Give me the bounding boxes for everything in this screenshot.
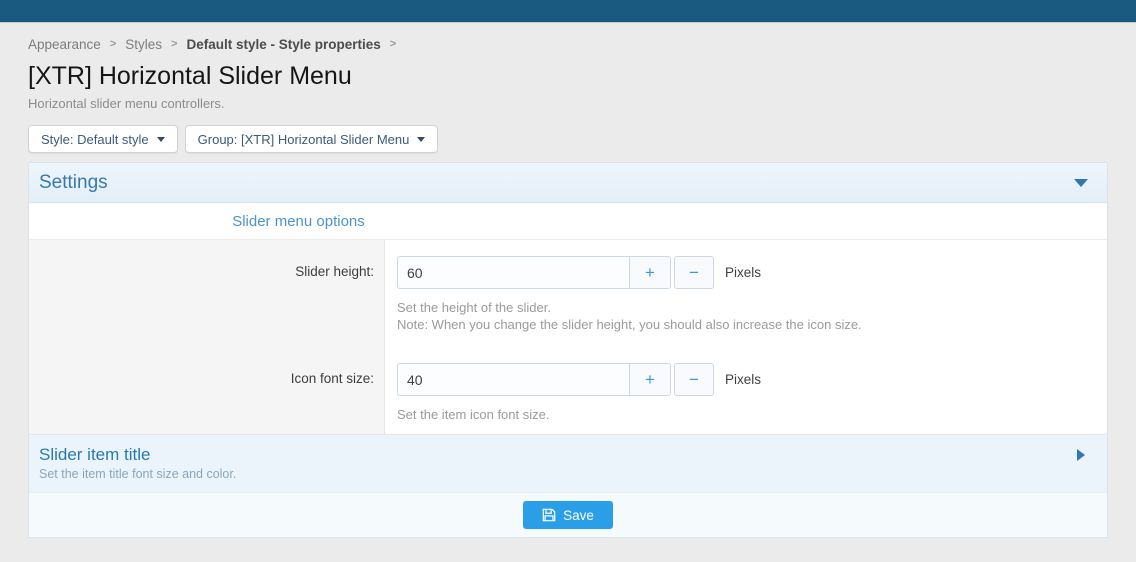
group-selector-label: Group: [XTR] Horizontal Slider Menu xyxy=(198,132,410,147)
icon-font-size-content-cell: + − Pixels Set the item icon font size. xyxy=(385,347,1107,434)
caret-down-icon xyxy=(157,137,165,142)
chevron-right-icon: > xyxy=(390,38,396,50)
save-button-label: Save xyxy=(563,508,594,523)
slider-height-input-group: + − Pixels xyxy=(397,256,1107,289)
slider-height-label-cell: Slider height: xyxy=(29,240,385,347)
collapse-arrow-icon xyxy=(1074,179,1088,187)
page-content: Appearance > Styles > Default style - St… xyxy=(0,35,1136,538)
floppy-disk-icon xyxy=(542,508,556,522)
icon-font-size-decrement-button[interactable]: − xyxy=(674,363,714,396)
slider-height-content-cell: + − Pixels Set the height of the slider.… xyxy=(385,240,1107,347)
group-title-row: Slider menu options xyxy=(29,203,1107,240)
icon-font-size-label-cell: Icon font size: xyxy=(29,347,385,434)
group-title: Slider menu options xyxy=(29,213,568,230)
form-row-slider-height: Slider height: + − Pixels Set the height… xyxy=(29,240,1107,347)
page-title: [XTR] Horizontal Slider Menu xyxy=(28,61,1108,91)
form-row-icon-font-size: Icon font size: + − Pixels Set the item … xyxy=(29,347,1107,434)
icon-font-size-input-group: + − Pixels xyxy=(397,363,1107,396)
selector-toolbar: Style: Default style Group: [XTR] Horizo… xyxy=(28,125,1108,153)
style-selector-button[interactable]: Style: Default style xyxy=(28,125,178,153)
page-subtitle: Horizontal slider menu controllers. xyxy=(28,96,1108,112)
breadcrumb-appearance[interactable]: Appearance xyxy=(28,37,101,52)
icon-font-size-input[interactable] xyxy=(398,364,629,395)
chevron-right-icon: > xyxy=(171,38,177,50)
top-navbar xyxy=(0,0,1136,23)
breadcrumb-styles[interactable]: Styles xyxy=(125,37,162,52)
icon-font-size-label: Icon font size: xyxy=(291,371,374,386)
breadcrumb-style-properties[interactable]: Default style - Style properties xyxy=(186,37,380,52)
slider-item-title-section[interactable]: Slider item title Set the item title fon… xyxy=(29,434,1107,492)
slider-height-help: Set the height of the slider. Note: When… xyxy=(397,299,1107,333)
slider-height-increment-button[interactable]: + xyxy=(629,257,670,288)
style-selector-label: Style: Default style xyxy=(41,132,149,147)
help-text: Note: When you change the slider height,… xyxy=(397,316,1107,333)
panel-footer: Save xyxy=(29,492,1107,537)
help-text: Set the item icon font size. xyxy=(397,406,1107,423)
slider-height-unit-label: Pixels xyxy=(725,265,761,280)
caret-down-icon xyxy=(417,137,425,142)
slider-height-label: Slider height: xyxy=(295,264,374,279)
slider-item-title-description: Set the item title font size and color. xyxy=(39,467,1067,482)
icon-font-size-increment-button[interactable]: + xyxy=(629,364,670,395)
slider-height-input[interactable] xyxy=(398,257,629,288)
expand-arrow-icon xyxy=(1077,449,1085,461)
save-button[interactable]: Save xyxy=(523,501,613,529)
slider-height-input-box: + xyxy=(397,256,671,289)
settings-section-header[interactable]: Settings xyxy=(29,163,1107,203)
settings-panel: Settings Slider menu options Slider heig… xyxy=(28,162,1108,538)
icon-font-size-input-box: + xyxy=(397,363,671,396)
icon-font-size-unit-label: Pixels xyxy=(725,372,761,387)
help-text: Set the height of the slider. xyxy=(397,299,1107,316)
breadcrumb: Appearance > Styles > Default style - St… xyxy=(28,35,1108,53)
slider-item-title-heading: Slider item title xyxy=(39,444,1067,465)
chevron-right-icon: > xyxy=(110,38,116,50)
settings-section-title: Settings xyxy=(39,172,108,194)
icon-font-size-help: Set the item icon font size. xyxy=(397,406,1107,423)
slider-height-decrement-button[interactable]: − xyxy=(674,256,714,289)
group-selector-button[interactable]: Group: [XTR] Horizontal Slider Menu xyxy=(185,125,439,153)
